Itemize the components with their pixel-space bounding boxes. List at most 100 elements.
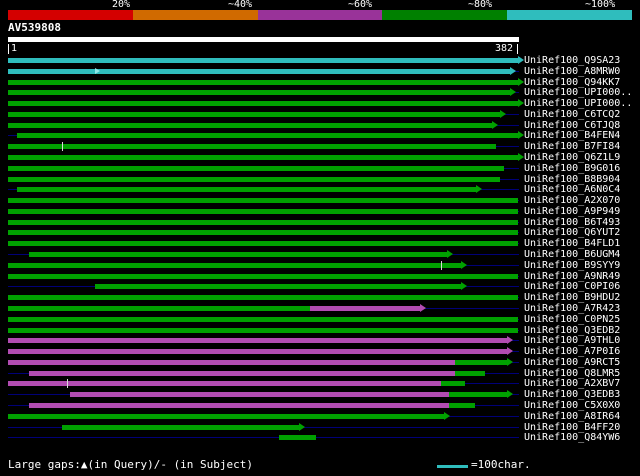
subject-label[interactable]: UniRef100_B7FI84 [524, 141, 620, 152]
alignment-row: UniRef100_B9HDU2 [0, 292, 640, 303]
alignment-bar[interactable] [8, 316, 518, 322]
alignment-bar[interactable] [309, 305, 420, 311]
alignment-row: UniRef100_B7FI84 [0, 141, 640, 152]
subject-label[interactable]: UniRef100_Q94KK7 [524, 77, 620, 88]
alignment-bar[interactable] [454, 359, 507, 365]
alignment-bar[interactable] [61, 424, 300, 430]
alignment-bar[interactable] [8, 68, 510, 74]
subject-label[interactable]: UniRef100_B4FLD1 [524, 238, 620, 249]
alignment-bar[interactable] [8, 413, 444, 419]
subject-label[interactable]: UniRef100_Q6Z1L9 [524, 152, 620, 163]
alignment-bar[interactable] [29, 402, 450, 408]
alignment-row: UniRef100_C6TCQ2 [0, 109, 640, 120]
subject-label[interactable]: UniRef100_Q8LMR5 [524, 368, 620, 379]
alignment-bar[interactable] [8, 381, 442, 387]
alignment-bar[interactable] [17, 133, 518, 139]
subject-label[interactable]: UniRef100_A9RCT5 [524, 357, 620, 368]
alignment-bar[interactable] [441, 381, 466, 387]
alignment-bar[interactable] [8, 90, 510, 96]
ruler-tick-end [517, 44, 518, 54]
subject-label[interactable]: UniRef100_A7P0I6 [524, 346, 620, 357]
subject-label[interactable]: UniRef100_A9P949 [524, 206, 620, 217]
alignment-bar[interactable] [8, 176, 501, 182]
subject-label[interactable]: UniRef100_A9THL0 [524, 335, 620, 346]
subject-label[interactable]: UniRef100_Q9SA23 [524, 55, 620, 66]
alignment-bar[interactable] [8, 230, 518, 236]
subject-label[interactable]: UniRef100_B4FF20 [524, 422, 620, 433]
subject-label[interactable]: UniRef100_A2XBV7 [524, 378, 620, 389]
key-segment-red [8, 10, 133, 20]
subject-label[interactable]: UniRef100_A8IR64 [524, 411, 620, 422]
alignment-bar[interactable] [29, 370, 455, 376]
alignment-bar[interactable] [8, 305, 310, 311]
ruler-start: 1 [11, 43, 18, 54]
alignment-bar[interactable] [8, 219, 518, 225]
alignment-bar[interactable] [8, 101, 518, 107]
alignment-bar[interactable] [69, 392, 450, 398]
subject-label[interactable]: UniRef100_A7R423 [524, 303, 620, 314]
alignment-bar[interactable] [8, 198, 518, 204]
key-segment-orange [132, 10, 258, 20]
alignment-bar[interactable] [8, 155, 518, 161]
alignment-arrowhead-icon [492, 120, 499, 129]
alignment-bar[interactable] [17, 187, 477, 193]
alignment-arrowhead-icon [509, 66, 516, 75]
subject-label[interactable]: UniRef100_B6T493 [524, 217, 620, 228]
alignment-bar[interactable] [8, 144, 497, 150]
alignment-bar[interactable] [8, 338, 507, 344]
subject-label[interactable]: UniRef100_Q3EDB2 [524, 325, 620, 336]
subject-label[interactable]: UniRef100_C0PN25 [524, 314, 620, 325]
alignment-bar[interactable] [454, 370, 486, 376]
alignment-bar[interactable] [8, 122, 493, 128]
subject-label[interactable]: UniRef100_C6TCQ2 [524, 109, 620, 120]
alignment-arrowhead-icon [506, 336, 513, 345]
alignment-bar[interactable] [8, 295, 518, 301]
subject-label[interactable]: UniRef100_B9G016 [524, 163, 620, 174]
alignment-bar[interactable] [449, 402, 475, 408]
subject-label[interactable]: UniRef100_A8MRW0 [524, 66, 620, 77]
alignment-bar[interactable] [8, 111, 501, 117]
subject-label[interactable]: UniRef100_A2X070 [524, 195, 620, 206]
alignment-bar[interactable] [8, 165, 505, 171]
key-label-80pct: ~80% [468, 0, 493, 10]
alignment-arrowhead-icon [446, 250, 453, 259]
alignment-row: UniRef100_A9P949 [0, 206, 640, 217]
alignment-bar[interactable] [8, 208, 518, 214]
alignment-bar[interactable] [8, 359, 455, 365]
alignment-bar[interactable] [8, 79, 518, 85]
alignment-row: UniRef100_Q94KK7 [0, 77, 640, 88]
subject-label[interactable]: UniRef100_UPI000.. [524, 87, 632, 98]
subject-label[interactable]: UniRef100_C5X0X0 [524, 400, 620, 411]
alignment-row: UniRef100_Q6Z1L9 [0, 152, 640, 163]
subject-label[interactable]: UniRef100_C6TJQ8 [524, 120, 620, 131]
subject-label[interactable]: UniRef100_C0PI06 [524, 281, 620, 292]
subject-label[interactable]: UniRef100_B8B904 [524, 174, 620, 185]
alignment-bar[interactable] [449, 392, 507, 398]
subject-label[interactable]: UniRef100_Q3EDB3 [524, 389, 620, 400]
alignment-bar[interactable] [8, 241, 518, 247]
key-segment-purple [257, 10, 383, 20]
alignment-bar[interactable] [8, 349, 507, 355]
alignment-bar[interactable] [8, 262, 462, 268]
subject-label[interactable]: UniRef100_B9SYY9 [524, 260, 620, 271]
subject-label[interactable]: UniRef100_B9HDU2 [524, 292, 620, 303]
alignment-row: UniRef100_UPI000.. [0, 87, 640, 98]
subject-label[interactable]: UniRef100_Q6YUT2 [524, 227, 620, 238]
alignment-arrowhead-icon [500, 109, 507, 118]
alignment-bar[interactable] [29, 252, 447, 258]
subject-label[interactable]: UniRef100_B4FEN4 [524, 130, 620, 141]
alignment-bar[interactable] [95, 284, 462, 290]
subject-label[interactable]: UniRef100_A9NR49 [524, 271, 620, 282]
alignment-row: UniRef100_A2XBV7 [0, 378, 640, 389]
alignment-bar[interactable] [278, 435, 317, 441]
subject-label[interactable]: UniRef100_UPI000.. [524, 98, 632, 109]
subject-label[interactable]: UniRef100_Q84YW6 [524, 432, 620, 443]
alignment-bar[interactable] [8, 58, 518, 63]
subject-label[interactable]: UniRef100_B6UGM4 [524, 249, 620, 260]
subject-label[interactable]: UniRef100_A6N0C4 [524, 184, 620, 195]
alignment-bar[interactable] [8, 273, 518, 279]
alignment-arrowhead-icon [461, 282, 468, 291]
alignment-row: UniRef100_C0PN25 [0, 314, 640, 325]
alignment-row: UniRef100_UPI000.. [0, 98, 640, 109]
alignment-bar[interactable] [8, 327, 518, 333]
